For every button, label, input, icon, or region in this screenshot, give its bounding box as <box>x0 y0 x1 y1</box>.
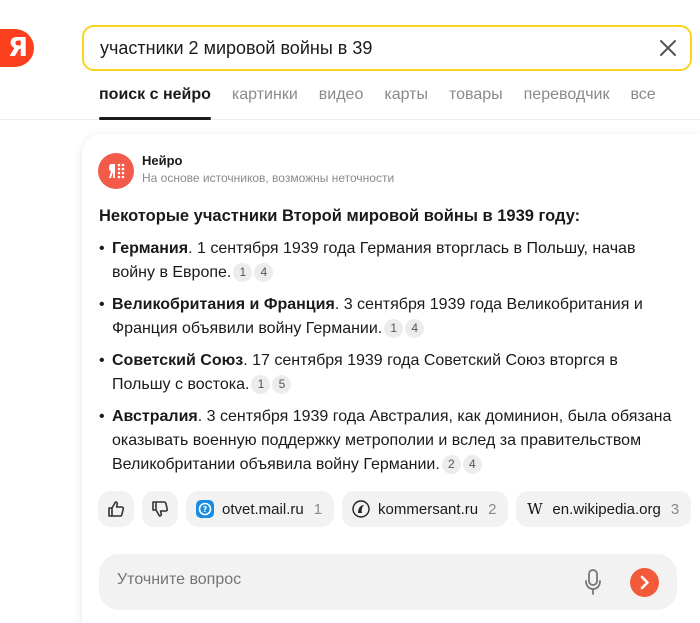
answer-item-term: Великобритания и Франция <box>112 296 335 313</box>
actions-row-clip: ? otvet.mail.ru 1 kommersant.ru 2 W en.w… <box>82 484 700 534</box>
source-chip-otvet-mail[interactable]: ? otvet.mail.ru 1 <box>186 491 335 527</box>
source-chip-kommersant[interactable]: kommersant.ru 2 <box>342 491 509 527</box>
neuro-avatar <box>98 153 134 189</box>
answer-item: Австралия. 3 сентября 1939 года Австрали… <box>99 405 679 477</box>
clear-search-button[interactable] <box>656 36 680 60</box>
wikipedia-icon: W <box>526 500 544 518</box>
like-button[interactable] <box>98 491 134 527</box>
tab-maps[interactable]: карты <box>384 86 428 120</box>
otvet-mail-icon: ? <box>196 500 214 518</box>
tab-neuro-search[interactable]: поиск с нейро <box>99 86 211 120</box>
close-icon <box>660 40 676 56</box>
followup-box <box>99 554 677 610</box>
source-ref-badge[interactable]: 5 <box>272 375 292 394</box>
microphone-icon <box>585 569 601 595</box>
search-box[interactable]: участники 2 мировой войны в 39 <box>82 25 692 71</box>
answer-list: Германия. 1 сентября 1939 года Германия … <box>99 237 679 485</box>
answer-item: Германия. 1 сентября 1939 года Германия … <box>99 237 679 285</box>
tab-translator[interactable]: переводчик <box>524 86 610 120</box>
tab-products[interactable]: товары <box>449 86 503 120</box>
answer-title: Некоторые участники Второй мировой войны… <box>99 207 581 225</box>
kommersant-icon <box>352 500 370 518</box>
thumbs-up-icon <box>108 501 125 517</box>
send-button[interactable] <box>630 568 659 597</box>
tab-images[interactable]: картинки <box>232 86 298 120</box>
chevron-right-icon <box>640 575 649 590</box>
source-chip-count: 1 <box>313 500 323 518</box>
header: Я участники 2 мировой войны в 39 поиск с… <box>0 0 700 120</box>
neuro-disclaimer: На основе источников, возможны неточност… <box>142 171 395 185</box>
source-ref-badge[interactable]: 1 <box>251 375 271 394</box>
answer-item-term: Советский Союз <box>112 352 244 369</box>
neuro-logo-icon <box>109 163 125 179</box>
source-chip-count: 3 <box>670 500 680 518</box>
source-ref-badge[interactable]: 1 <box>384 319 404 338</box>
answer-item: Великобритания и Франция. 3 сентября 193… <box>99 293 679 341</box>
dislike-button[interactable] <box>142 491 178 527</box>
yandex-logo[interactable]: Я <box>0 29 34 67</box>
source-ref-badge[interactable]: 4 <box>405 319 425 338</box>
source-ref-badge[interactable]: 4 <box>254 263 274 282</box>
answer-item-text: . 1 сентября 1939 года Германия вторглас… <box>112 240 636 281</box>
answer-item-term: Австралия <box>112 408 198 425</box>
search-input[interactable]: участники 2 мировой войны в 39 <box>100 38 372 59</box>
source-chip-label: otvet.mail.ru <box>222 500 304 518</box>
svg-text:W: W <box>528 500 544 518</box>
tab-all[interactable]: все <box>630 86 655 120</box>
tab-video[interactable]: видео <box>319 86 364 120</box>
answer-item: Советский Союз. 17 сентября 1939 года Со… <box>99 349 679 397</box>
source-chip-count: 2 <box>488 500 497 518</box>
source-ref-badge[interactable]: 2 <box>441 455 461 474</box>
actions-row: ? otvet.mail.ru 1 kommersant.ru 2 W en.w… <box>98 491 699 527</box>
source-ref-badge[interactable]: 4 <box>462 455 482 474</box>
source-ref-badge[interactable]: 1 <box>233 263 253 282</box>
followup-input[interactable] <box>117 571 557 589</box>
microphone-button[interactable] <box>583 568 603 596</box>
neuro-name: Нейро <box>142 153 183 168</box>
thumbs-down-icon <box>152 501 169 517</box>
svg-text:?: ? <box>203 505 208 514</box>
search-tabs: поиск с нейро картинки видео карты товар… <box>99 86 677 120</box>
source-chip-label: en.wikipedia.org <box>552 500 661 518</box>
source-chip-label: kommersant.ru <box>378 500 479 518</box>
source-chip-wikipedia[interactable]: W en.wikipedia.org 3 <box>516 491 692 527</box>
neuro-answer-card: Нейро На основе источников, возможны нет… <box>82 134 700 623</box>
answer-item-term: Германия <box>112 240 189 257</box>
